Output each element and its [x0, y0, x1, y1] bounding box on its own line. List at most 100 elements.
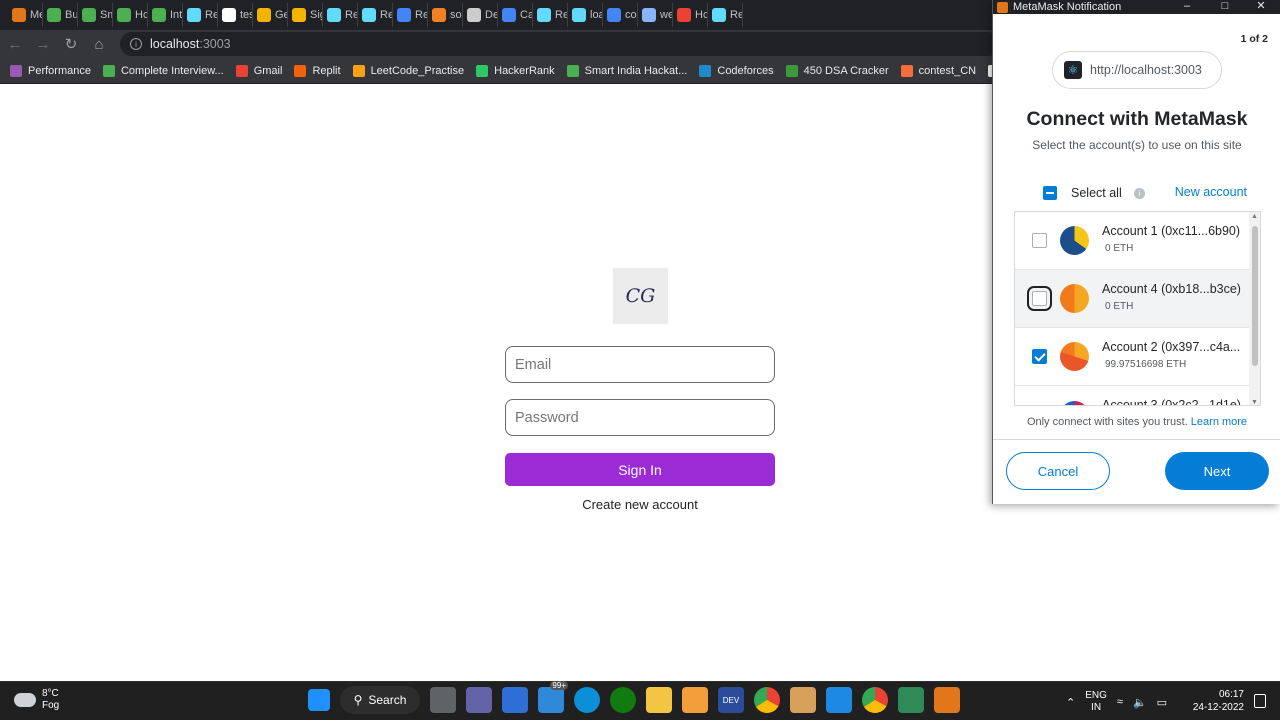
- weather-widget[interactable]: 8°C Fog: [14, 688, 59, 712]
- bookmark-item[interactable]: Smart India Hackat...: [566, 64, 687, 77]
- browser-tab[interactable]: loa: [568, 3, 603, 27]
- account-list[interactable]: Account 1 (0xc11...6b90) 0 ETH Account 4…: [1014, 211, 1261, 406]
- browser-tab[interactable]: Me: [8, 3, 43, 27]
- volume-icon[interactable]: 🔈: [1133, 696, 1147, 709]
- browser-tab[interactable]: Ge: [253, 3, 288, 27]
- browser-tab[interactable]: Bu: [43, 3, 78, 27]
- windows-start-icon[interactable]: [308, 689, 330, 711]
- bookmark-item[interactable]: Gmail: [235, 64, 282, 77]
- taskbar-search[interactable]: ⚲ Search: [340, 686, 420, 714]
- scroll-up-icon[interactable]: ▲: [1251, 213, 1258, 220]
- account-checkbox[interactable]: [1032, 349, 1047, 364]
- browser-tab[interactable]: Sig: [288, 3, 323, 27]
- media-player-icon[interactable]: [682, 687, 708, 713]
- browser-tab[interactable]: Re: [323, 3, 358, 27]
- browser-tab[interactable]: Re: [183, 3, 218, 27]
- metamask-window: MetaMask Notification – □ ✕ 1 of 2 ⚛ htt…: [992, 0, 1280, 504]
- metamask-taskbar-icon[interactable]: [934, 687, 960, 713]
- chevron-up-icon[interactable]: ⌃: [1066, 696, 1075, 709]
- browser-tab[interactable]: sol: [428, 3, 463, 27]
- browser-tab[interactable]: De: [463, 3, 498, 27]
- bookmark-label: Complete Interview...: [120, 64, 224, 77]
- browser-tab[interactable]: Re: [358, 3, 393, 27]
- create-account-link[interactable]: Create new account: [505, 497, 775, 512]
- file-explorer-icon[interactable]: [646, 687, 672, 713]
- clock[interactable]: 06:17 24-12-2022: [1193, 688, 1244, 714]
- sign-in-button[interactable]: Sign In: [505, 453, 775, 486]
- tab-title: Sm: [100, 9, 112, 21]
- task-view-icon[interactable]: [430, 687, 456, 713]
- cancel-button[interactable]: Cancel: [1006, 452, 1110, 490]
- browser-tab[interactable]: Hc: [113, 3, 148, 27]
- battery-icon[interactable]: ▭: [1157, 696, 1167, 709]
- notification-icon[interactable]: [1254, 694, 1266, 708]
- account-row[interactable]: Account 2 (0x397...c4a... 99.97516698 ET…: [1015, 328, 1260, 386]
- select-all-checkbox[interactable]: [1043, 186, 1057, 200]
- dev-icon[interactable]: DEV: [718, 687, 744, 713]
- account-checkbox[interactable]: [1032, 233, 1047, 248]
- browser-tab[interactable]: we: [638, 3, 673, 27]
- tab-favicon-icon: [327, 8, 341, 22]
- close-icon[interactable]: ✕: [1246, 0, 1276, 14]
- browser-tab[interactable]: Hc: [673, 3, 708, 27]
- chrome-icon[interactable]: [754, 687, 780, 713]
- account-list-scrollbar[interactable]: ▲ ▼: [1249, 212, 1260, 405]
- address-bar[interactable]: i localhost:3003: [120, 32, 1000, 56]
- account-row[interactable]: Account 1 (0xc11...6b90) 0 ETH: [1015, 212, 1260, 270]
- account-balance: 0 ETH: [1105, 301, 1134, 312]
- password-input[interactable]: [505, 399, 775, 436]
- browser-tab[interactable]: Re: [708, 3, 743, 27]
- bookmark-item[interactable]: Codeforces: [699, 64, 774, 77]
- scrollbar-thumb[interactable]: [1252, 226, 1258, 366]
- account-row[interactable]: Account 3 (0x2c2...1d1e): [1015, 386, 1260, 405]
- maximize-icon[interactable]: □: [1210, 0, 1240, 14]
- tab-favicon-icon: [117, 8, 131, 22]
- browser-tab[interactable]: Re: [393, 3, 428, 27]
- learn-more-link[interactable]: Learn more: [1191, 416, 1247, 428]
- bookmark-item[interactable]: LeetCode_Practise: [352, 64, 464, 77]
- bookmark-item[interactable]: Replit: [294, 64, 341, 77]
- browser-tab[interactable]: Int: [148, 3, 183, 27]
- edge-icon[interactable]: [574, 687, 600, 713]
- mail-icon[interactable]: 99+: [538, 681, 568, 713]
- language-indicator[interactable]: ENG IN: [1085, 690, 1107, 714]
- next-button[interactable]: Next: [1165, 452, 1269, 490]
- browser-tab[interactable]: Re: [533, 3, 568, 27]
- email-input[interactable]: [505, 346, 775, 383]
- browser-tab[interactable]: tes: [218, 3, 253, 27]
- account-checkbox[interactable]: [1027, 286, 1052, 311]
- vscode-icon[interactable]: [826, 687, 852, 713]
- home-icon[interactable]: ⌂: [86, 31, 112, 57]
- bookmark-item[interactable]: Complete Interview...: [102, 64, 224, 77]
- site-info-icon[interactable]: i: [130, 38, 142, 50]
- forward-icon[interactable]: →: [30, 31, 56, 57]
- new-account-link[interactable]: New account: [1175, 185, 1247, 199]
- chrome-profile-icon[interactable]: [862, 687, 888, 713]
- azure-icon[interactable]: [502, 687, 528, 713]
- select-all-row[interactable]: Select all i: [1043, 186, 1145, 200]
- teams-chat-icon[interactable]: [466, 687, 492, 713]
- browser-tab[interactable]: Ca: [498, 3, 533, 27]
- bookmark-item[interactable]: contest_CN: [900, 64, 976, 77]
- back-icon[interactable]: ←: [2, 31, 28, 57]
- browser-tab[interactable]: Sm: [78, 3, 113, 27]
- browser-tab[interactable]: co: [603, 3, 638, 27]
- xbox-icon[interactable]: [610, 687, 636, 713]
- metamask-window-title: MetaMask Notification: [1013, 1, 1122, 13]
- info-icon[interactable]: i: [1133, 187, 1145, 199]
- bookmark-item[interactable]: HackerRank: [476, 64, 555, 77]
- scroll-down-icon[interactable]: ▼: [1251, 399, 1258, 405]
- bookmark-item[interactable]: 450 DSA Cracker: [785, 64, 889, 77]
- reload-icon[interactable]: ↻: [58, 31, 84, 57]
- bookmark-favicon-icon: [235, 64, 248, 77]
- bookmark-item[interactable]: Performance: [10, 64, 91, 77]
- bookmark-favicon-icon: [900, 64, 913, 77]
- bookmark-favicon-icon: [566, 64, 579, 77]
- minimize-icon[interactable]: –: [1172, 0, 1202, 14]
- tab-title: Me: [30, 9, 42, 21]
- wifi-icon[interactable]: ≈: [1117, 696, 1123, 708]
- account-row[interactable]: Account 4 (0xb18...b3ce) 0 ETH: [1015, 270, 1260, 328]
- weather-temperature: 8°C: [42, 688, 59, 699]
- git-icon[interactable]: [898, 687, 924, 713]
- package-icon[interactable]: [790, 687, 816, 713]
